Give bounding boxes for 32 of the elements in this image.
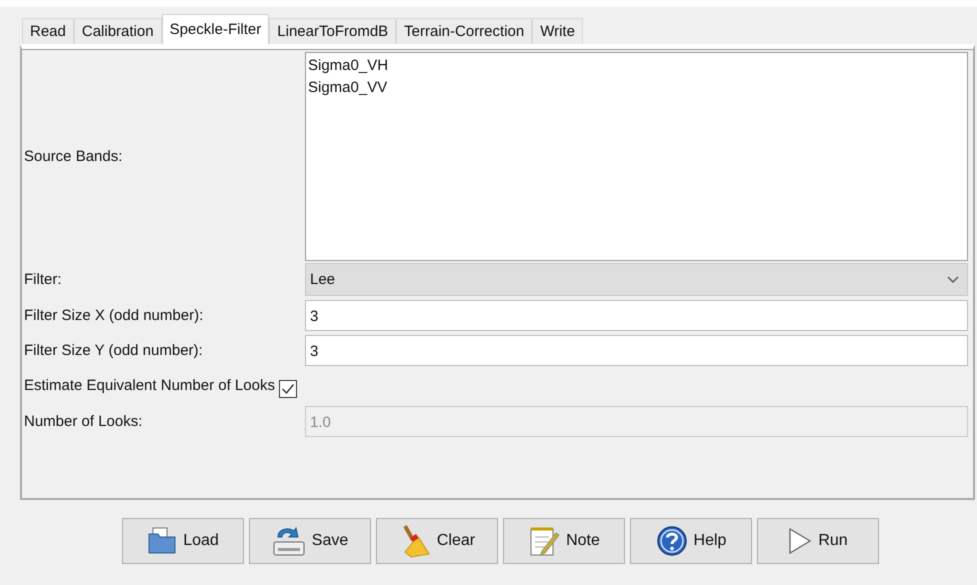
tab[interactable]: Write — [532, 18, 583, 44]
tab[interactable]: Read — [22, 18, 74, 44]
button[interactable]: Clear — [376, 518, 498, 564]
button[interactable]: Run — [757, 518, 879, 564]
play-icon — [788, 527, 812, 555]
field-label: Estimate Equivalent Number of Looks — [24, 376, 275, 394]
field-label: Number of Looks: — [24, 413, 144, 430]
drive-arrow-icon — [272, 525, 306, 557]
tab[interactable]: Speckle-Filter — [162, 14, 270, 44]
input-field[interactable]: 3 — [305, 335, 968, 366]
checkbox[interactable] — [278, 380, 297, 398]
field-label: Filter Size X (odd number): — [24, 307, 204, 324]
help-icon — [656, 525, 688, 557]
tab[interactable]: Calibration — [74, 18, 162, 44]
field-label: Filter Size Y (odd number): — [24, 342, 204, 359]
button[interactable]: Help — [630, 518, 752, 564]
dropdown-value: Lee — [310, 271, 336, 288]
input-field[interactable]: 3 — [305, 300, 968, 331]
list-item[interactable]: Sigma0_VH — [308, 55, 965, 77]
tab[interactable]: LinearToFromdB — [269, 18, 396, 44]
button[interactable]: Note — [503, 518, 625, 564]
button[interactable]: Load — [122, 518, 244, 564]
list-item[interactable]: Sigma0_VV — [308, 77, 965, 99]
notepad-pencil-icon — [528, 525, 560, 557]
tab[interactable]: Terrain-Correction — [396, 18, 532, 44]
button[interactable]: Save — [249, 518, 371, 564]
folder-icon — [147, 526, 178, 556]
field-label: Source Bands: — [24, 148, 124, 165]
filter-dropdown[interactable]: Lee — [305, 263, 968, 296]
band-list[interactable]: Sigma0_VH Sigma0_VV — [305, 52, 968, 261]
chevron-down-icon — [947, 276, 959, 284]
field-label: Filter: — [24, 271, 62, 288]
